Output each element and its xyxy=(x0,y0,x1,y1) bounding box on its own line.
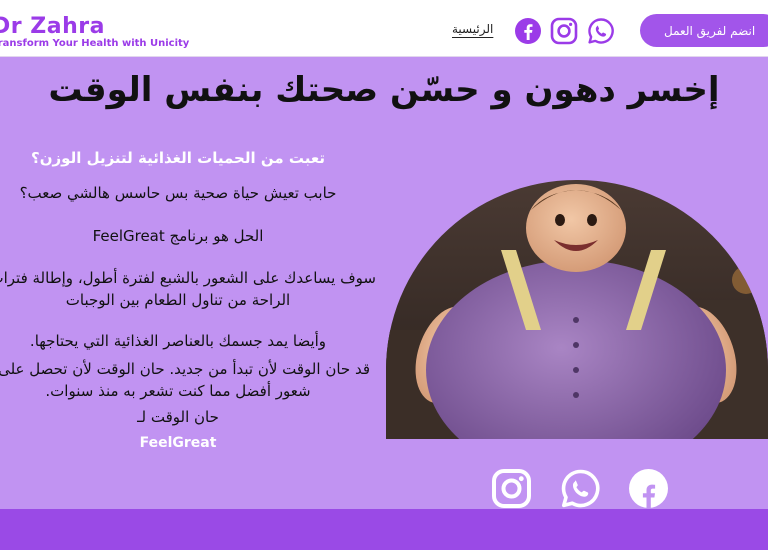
site-footer xyxy=(0,509,768,550)
nutrition-line-2: قد حان الوقت لأن تبدأ من جديد. حان الوقت… xyxy=(0,360,370,378)
hero-image xyxy=(386,180,768,439)
instagram-icon[interactable] xyxy=(491,468,532,509)
whatsapp-icon[interactable] xyxy=(560,468,601,509)
benefit-line-2: الراحة من تناول الطعام بين الوجبات xyxy=(65,291,291,309)
feelgreat-word: FeelGreat xyxy=(139,435,217,451)
nutrition-line-1: وأيضا يمد جسمك بالعناصر الغذائية التي يح… xyxy=(29,332,327,350)
instagram-icon[interactable] xyxy=(550,17,578,45)
brand-logo[interactable]: Dr Zahra Transform Your Health with Unic… xyxy=(0,14,192,52)
join-team-button[interactable]: انضم لفريق العمل xyxy=(640,14,768,47)
nav-link-home[interactable]: الرئيسية xyxy=(452,22,493,36)
page-title: إخسر دهون و حسّن صحتك بنفس الوقت xyxy=(48,70,720,110)
site-header: Dr Zahra Transform Your Health with Unic… xyxy=(0,0,768,57)
brand-tagline: Transform Your Health with Unicity xyxy=(0,38,190,49)
whatsapp-icon[interactable] xyxy=(587,17,615,45)
solution-text: الحل هو برنامج FeelGreat xyxy=(92,227,264,245)
nutrition-line-3: شعور أفضل مما كنت تشعر به منذ سنوات. xyxy=(45,382,311,400)
question-diets: تعبت من الحميات الغذائية لتنزيل الوزن؟ xyxy=(31,149,325,167)
facebook-icon[interactable] xyxy=(628,468,669,509)
benefit-line-1: سوف يساعدك على الشعور بالشبع لفترة أطول،… xyxy=(0,269,376,287)
brand-name: Dr Zahra xyxy=(0,14,105,39)
question-healthy-life: حابب تعيش حياة صحية بس حاسس هالشي صعب؟ xyxy=(19,184,337,202)
closing-text: حان الوقت لـ xyxy=(137,408,219,426)
facebook-icon[interactable] xyxy=(514,17,542,45)
